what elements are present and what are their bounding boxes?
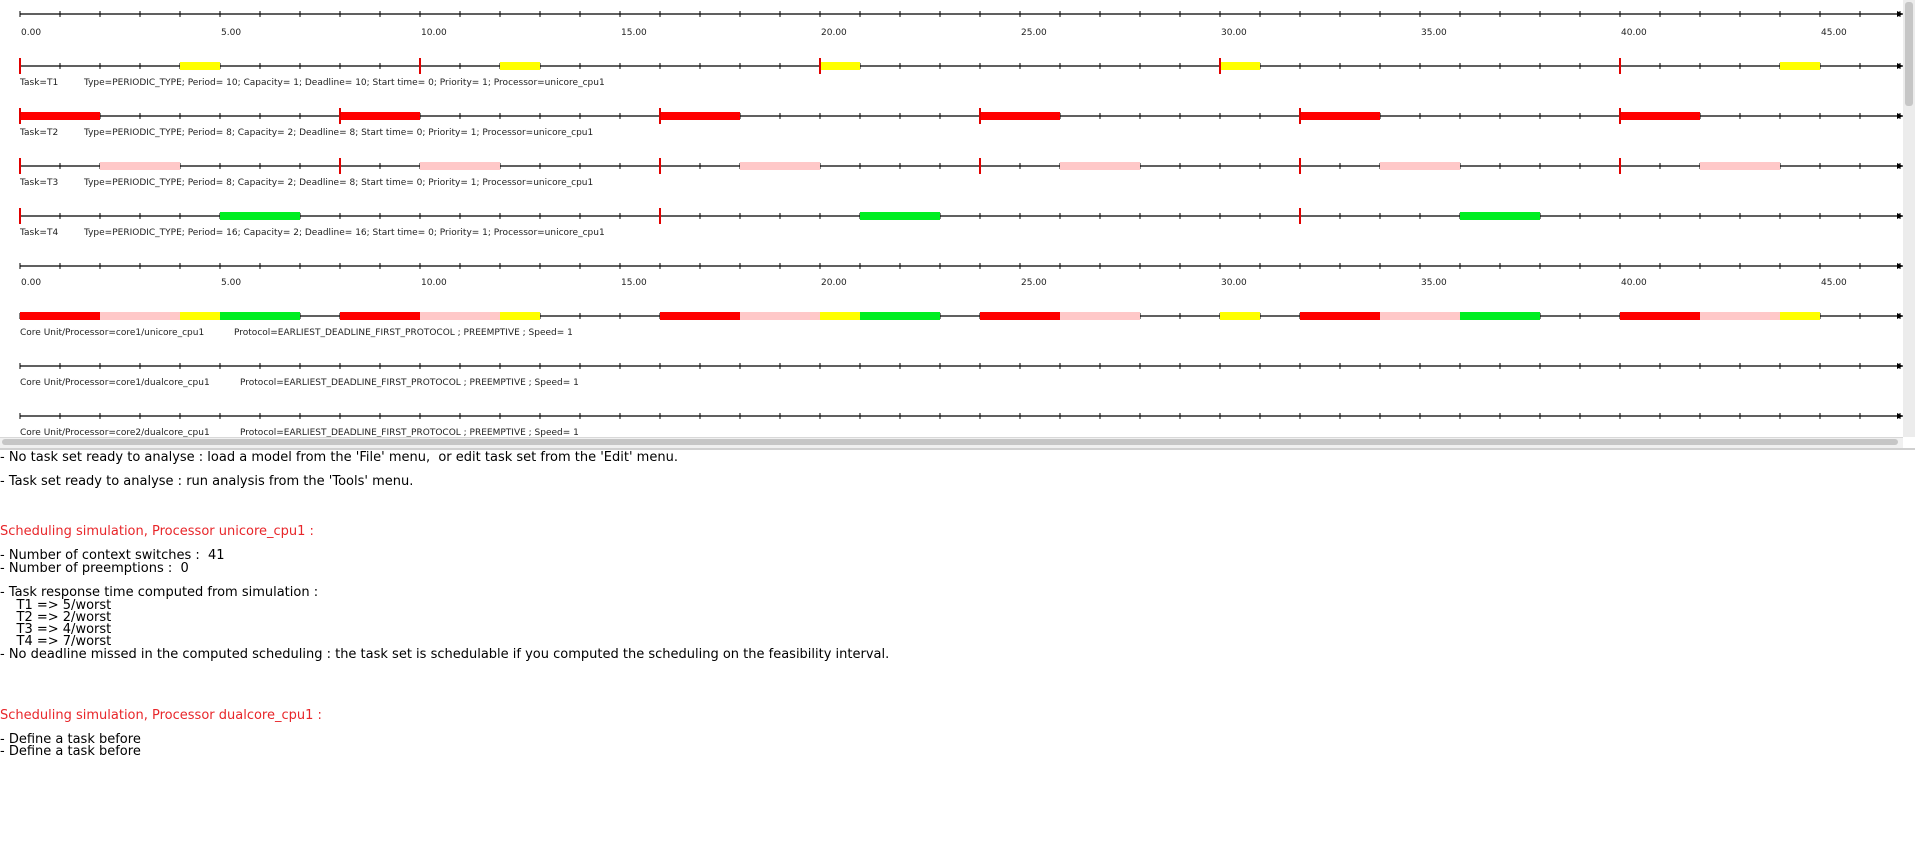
time-axis-top-tick-label: 45.00 bbox=[1821, 28, 1847, 38]
time-axis-processor-tick-label: 30.00 bbox=[1221, 278, 1247, 288]
processor-row-1-t1-execution-bar bbox=[1780, 312, 1820, 320]
task-t1-execution-bar bbox=[820, 62, 860, 70]
time-axis-processor-tick-label: 35.00 bbox=[1421, 278, 1447, 288]
task-t4-execution-bar bbox=[1460, 212, 1540, 220]
processor-row-1-t3-execution-bar bbox=[1380, 312, 1460, 320]
scheduling-timeline-canvas: 0.00 5.00 10.00 15.00 20.00 25.00 30.00 35.00 40… bbox=[19, 11, 1903, 437]
task-t2-execution-bar bbox=[1300, 112, 1380, 120]
task-t3-execution-bar bbox=[1380, 162, 1460, 170]
timeline-horizontal-scroll-thumb[interactable] bbox=[2, 439, 1898, 445]
processor-row-1-t3-execution-bar bbox=[100, 312, 180, 320]
log-define-task-2: - Define a task before bbox=[0, 744, 141, 759]
processor-row-1-t2-execution-bar bbox=[340, 312, 420, 320]
task-t1-execution-bar bbox=[500, 62, 540, 70]
time-axis-top-tick-label: 10.00 bbox=[421, 28, 447, 38]
time-axis-processor-tick-label: 25.00 bbox=[1021, 278, 1047, 288]
log-preemptions: - Number of preemptions : 0 bbox=[0, 561, 189, 576]
task-t4-info-label: Type=PERIODIC_TYPE; Period= 16; Capacity… bbox=[83, 228, 605, 238]
task-t2-execution-bar bbox=[660, 112, 740, 120]
task-t2-execution-bar bbox=[340, 112, 420, 120]
processor-row-1-t4-execution-bar bbox=[220, 312, 300, 320]
log-sim-unicore-header: Scheduling simulation, Processor unicore… bbox=[0, 524, 314, 539]
scheduling-timeline-panel[interactable]: 0.00 5.00 10.00 15.00 20.00 25.00 30.00 35.00 40… bbox=[0, 0, 1915, 437]
task-t3-execution-bar bbox=[1700, 162, 1780, 170]
task-t3-execution-bar bbox=[100, 162, 180, 170]
time-axis-processor-tick-label: 40.00 bbox=[1621, 278, 1647, 288]
processor-row-1-t2-execution-bar bbox=[1300, 312, 1380, 320]
time-axis-top-tick-label: 30.00 bbox=[1221, 28, 1247, 38]
analysis-log-panel: - No task set ready to analyse : load a … bbox=[0, 450, 1915, 859]
processor-row-1-t2-execution-bar bbox=[980, 312, 1060, 320]
task-t1-execution-bar bbox=[1780, 62, 1820, 70]
time-axis-top-tick-label: 5.00 bbox=[221, 28, 241, 38]
processor-row-1-label: Core Unit/Processor=core1/unicore_cpu1 bbox=[20, 328, 204, 338]
processor-row-1-t1-execution-bar bbox=[1220, 312, 1260, 320]
processor-row-1-t1-execution-bar bbox=[820, 312, 860, 320]
task-t4-name-label: Task=T4 bbox=[19, 228, 58, 238]
time-axis-top-tick-label: 40.00 bbox=[1621, 28, 1647, 38]
time-axis-processor-tick-label: 10.00 bbox=[421, 278, 447, 288]
task-t4-execution-bar bbox=[220, 212, 300, 220]
processor-row-2-protocol-label: Protocol=EARLIEST_DEADLINE_FIRST_PROTOCO… bbox=[240, 378, 579, 388]
time-axis-processor-tick-label: 15.00 bbox=[621, 278, 647, 288]
processor-row-1-t2-execution-bar bbox=[20, 312, 100, 320]
time-axis-top-tick-label: 0.00 bbox=[21, 28, 41, 38]
processor-row-1-t3-execution-bar bbox=[1060, 312, 1140, 320]
processor-row-1-t1-execution-bar bbox=[180, 312, 220, 320]
processor-row-1-t3-execution-bar bbox=[740, 312, 820, 320]
time-axis-processor-tick-label: 5.00 bbox=[221, 278, 241, 288]
task-t3-name-label: Task=T3 bbox=[19, 178, 58, 188]
task-t3-execution-bar bbox=[420, 162, 500, 170]
time-axis-processor-tick-label: 20.00 bbox=[821, 278, 847, 288]
time-axis-top-tick-label: 15.00 bbox=[621, 28, 647, 38]
processor-row-1-t2-execution-bar bbox=[1620, 312, 1700, 320]
task-t3-execution-bar bbox=[1060, 162, 1140, 170]
processor-row-1-t4-execution-bar bbox=[1460, 312, 1540, 320]
processor-row-1-t3-execution-bar bbox=[420, 312, 500, 320]
processor-row-1-t3-execution-bar bbox=[1700, 312, 1780, 320]
time-axis-processor-tick-label: 45.00 bbox=[1821, 278, 1847, 288]
log-no-task-set: - No task set ready to analyse : load a … bbox=[0, 450, 678, 465]
processor-row-1-protocol-label: Protocol=EARLIEST_DEADLINE_FIRST_PROTOCO… bbox=[234, 328, 573, 338]
time-axis-top-tick-label: 25.00 bbox=[1021, 28, 1047, 38]
task-t1-execution-bar bbox=[1220, 62, 1260, 70]
task-t2-name-label: Task=T2 bbox=[19, 128, 58, 138]
processor-row-1-t2-execution-bar bbox=[660, 312, 740, 320]
task-t2-execution-bar bbox=[980, 112, 1060, 120]
time-axis-top-tick-label: 35.00 bbox=[1421, 28, 1447, 38]
task-t3-execution-bar bbox=[740, 162, 820, 170]
processor-row-1-t1-execution-bar bbox=[500, 312, 540, 320]
processor-row-3-protocol-label: Protocol=EARLIEST_DEADLINE_FIRST_PROTOCO… bbox=[240, 428, 579, 437]
processor-row-1-t4-execution-bar bbox=[860, 312, 940, 320]
timeline-vertical-scroll-thumb[interactable] bbox=[1905, 2, 1913, 106]
processor-row-3-label: Core Unit/Processor=core2/dualcore_cpu1 bbox=[20, 428, 210, 437]
log-task-set-ready: - Task set ready to analyse : run analys… bbox=[0, 474, 414, 489]
log-sim-dualcore-header: Scheduling simulation, Processor dualcor… bbox=[0, 708, 322, 723]
processor-row-2-label: Core Unit/Processor=core1/dualcore_cpu1 bbox=[20, 378, 210, 388]
task-t2-execution-bar bbox=[1620, 112, 1700, 120]
log-no-deadline-missed: - No deadline missed in the computed sch… bbox=[0, 647, 890, 662]
task-t1-execution-bar bbox=[180, 62, 220, 70]
time-axis-processor-tick-label: 0.00 bbox=[21, 278, 41, 288]
task-t2-info-label: Type=PERIODIC_TYPE; Period= 8; Capacity=… bbox=[83, 128, 593, 138]
time-axis-top-tick-label: 20.00 bbox=[821, 28, 847, 38]
task-t1-name-label: Task=T1 bbox=[19, 78, 58, 88]
task-t1-info-label: Type=PERIODIC_TYPE; Period= 10; Capacity… bbox=[83, 78, 605, 88]
task-t3-info-label: Type=PERIODIC_TYPE; Period= 8; Capacity=… bbox=[83, 178, 593, 188]
task-t4-execution-bar bbox=[860, 212, 940, 220]
task-t2-execution-bar bbox=[20, 112, 100, 120]
